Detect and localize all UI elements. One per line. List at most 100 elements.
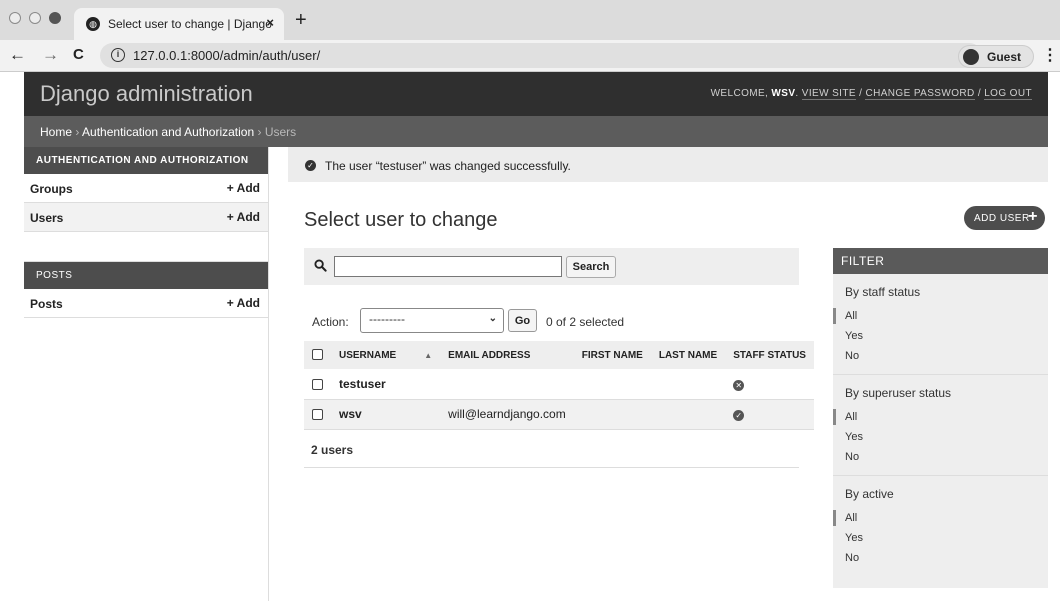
filter-panel: FILTER By staff status All Yes No By sup… — [833, 248, 1048, 588]
module-caption-posts[interactable]: Posts — [24, 262, 268, 289]
filter-option-all[interactable]: All — [833, 508, 1048, 528]
chevron-down-icon: ⌄ — [488, 313, 497, 324]
action-select[interactable]: --------- ⌄ — [360, 308, 504, 333]
sidebar-item-posts: Posts + Add — [24, 289, 268, 318]
x-circle-icon: ✕ — [733, 379, 745, 391]
sidebar-item-label[interactable]: Users — [30, 211, 63, 225]
filter-title: FILTER — [833, 248, 1048, 274]
row-select-cell — [304, 399, 331, 430]
sort-ascending-icon[interactable]: ▲ — [424, 351, 432, 360]
nav-sidebar: Authentication and Authorization Groups … — [24, 147, 269, 601]
filter-group-staff-status: By staff status All Yes No — [833, 274, 1048, 375]
forward-button[interactable]: → — [42, 45, 59, 65]
sidebar-item-label[interactable]: Groups — [30, 182, 73, 196]
view-site-link[interactable]: VIEW SITE — [801, 88, 856, 100]
first-name-cell — [573, 399, 651, 430]
column-email[interactable]: EMAIL ADDRESS — [440, 341, 574, 369]
table-row: wsv will@learndjango.com ✓ — [304, 399, 814, 430]
row-checkbox[interactable] — [312, 409, 323, 421]
paginator: 2 users — [304, 432, 799, 468]
filter-option-yes[interactable]: Yes — [833, 528, 1048, 548]
column-label: FIRST NAME — [581, 349, 643, 361]
person-icon — [963, 49, 979, 65]
username-link[interactable]: wsv — [331, 399, 441, 430]
browser-tab[interactable]: ◍ Select user to change | Django × — [74, 8, 284, 40]
go-button[interactable]: Go — [508, 309, 537, 332]
username-link[interactable]: testuser — [331, 369, 441, 400]
breadcrumb-home[interactable]: Home — [40, 125, 72, 139]
welcome-username: WSV — [771, 88, 796, 99]
column-first-name[interactable]: FIRST NAME — [573, 341, 651, 369]
url-text: 127.0.0.1:8000/admin/auth/user/ — [133, 48, 321, 63]
profile-button[interactable]: Guest — [958, 45, 1034, 68]
change-password-link[interactable]: CHANGE PASSWORD — [865, 88, 975, 100]
welcome-text: WELCOME, — [710, 88, 772, 99]
column-label: STAFF STATUS — [733, 349, 806, 361]
log-out-link[interactable]: LOG OUT — [984, 88, 1032, 100]
sidebar-spacer — [24, 232, 268, 262]
check-circle-icon: ✓ — [733, 410, 745, 421]
filter-option-no[interactable]: No — [833, 346, 1048, 366]
breadcrumb-separator: › — [257, 125, 262, 139]
search-toolbar: Search — [304, 248, 799, 285]
tab-close-icon[interactable]: × — [266, 15, 274, 30]
search-button[interactable]: Search — [566, 256, 616, 278]
breadcrumb: Home › Authentication and Authorization … — [24, 116, 1048, 147]
column-last-name[interactable]: LAST NAME — [650, 341, 726, 369]
filter-option-no[interactable]: No — [833, 548, 1048, 568]
add-user-button[interactable]: ADD USER + — [964, 206, 1045, 230]
sidebar-item-label[interactable]: Posts — [30, 297, 63, 311]
back-button[interactable]: ← — [9, 45, 26, 65]
browser-tabstrip: ◍ Select user to change | Django × + — [0, 0, 1060, 40]
filter-option-yes[interactable]: Yes — [833, 427, 1048, 447]
admin-header: Django administration WELCOME, WSV. VIEW… — [24, 72, 1048, 116]
breadcrumb-current: Users — [264, 125, 297, 139]
window-minimize-icon[interactable] — [29, 12, 41, 24]
plus-icon: + — [226, 181, 234, 195]
results-table: USERNAME ▲ EMAIL ADDRESS FIRST NAME LAST … — [304, 341, 814, 430]
column-username[interactable]: USERNAME ▲ — [331, 341, 441, 369]
column-label: USERNAME — [339, 349, 397, 361]
plus-icon: + — [226, 296, 234, 310]
filter-group-active: By active All Yes No — [833, 476, 1048, 576]
filter-option-all[interactable]: All — [833, 407, 1048, 427]
row-checkbox[interactable] — [312, 379, 323, 391]
table-header-row: USERNAME ▲ EMAIL ADDRESS FIRST NAME LAST … — [304, 341, 814, 369]
window-close-icon[interactable] — [9, 12, 21, 24]
browser-toolbar: ← → C i 127.0.0.1:8000/admin/auth/user/ … — [0, 40, 1060, 72]
checkmark-circle-icon: ✓ — [305, 160, 316, 171]
breadcrumb-app[interactable]: Authentication and Authorization — [82, 125, 254, 139]
plus-icon: + — [226, 210, 234, 224]
column-staff-status[interactable]: STAFF STATUS — [725, 341, 814, 369]
filter-heading: By superuser status — [845, 386, 952, 400]
add-user-link[interactable]: + Add — [227, 210, 260, 224]
profile-label: Guest — [987, 50, 1022, 64]
search-input[interactable] — [334, 256, 562, 277]
add-post-link[interactable]: + Add — [227, 296, 260, 310]
reload-button[interactable]: C — [73, 45, 84, 65]
sidebar-item-users: Users + Add — [24, 203, 268, 232]
browser-menu-icon[interactable]: ⋮ — [1042, 45, 1058, 65]
action-label: Action: — [312, 315, 349, 329]
first-name-cell — [573, 369, 651, 400]
select-all-checkbox[interactable] — [312, 349, 323, 361]
tab-title: Select user to change | Django — [108, 17, 272, 31]
info-icon[interactable]: i — [111, 48, 125, 62]
add-group-link[interactable]: + Add — [227, 181, 260, 195]
result-count: 2 users — [311, 443, 354, 457]
new-tab-button[interactable]: + — [295, 8, 307, 32]
filter-group-superuser-status: By superuser status All Yes No — [833, 375, 1048, 476]
address-bar[interactable]: i 127.0.0.1:8000/admin/auth/user/ — [100, 43, 982, 68]
filter-option-yes[interactable]: Yes — [833, 326, 1048, 346]
action-selected-value: --------- — [369, 312, 405, 326]
column-label: LAST NAME — [658, 349, 718, 361]
selection-counter: 0 of 2 selected — [546, 315, 625, 329]
module-caption-auth[interactable]: Authentication and Authorization — [24, 147, 268, 174]
email-cell — [440, 369, 574, 400]
filter-option-no[interactable]: No — [833, 447, 1048, 467]
window-maximize-icon[interactable] — [49, 12, 61, 24]
site-branding[interactable]: Django administration — [40, 81, 253, 107]
filter-option-all[interactable]: All — [833, 306, 1048, 326]
staff-status-cell: ✓ — [725, 399, 814, 430]
plus-icon: + — [1028, 208, 1038, 225]
